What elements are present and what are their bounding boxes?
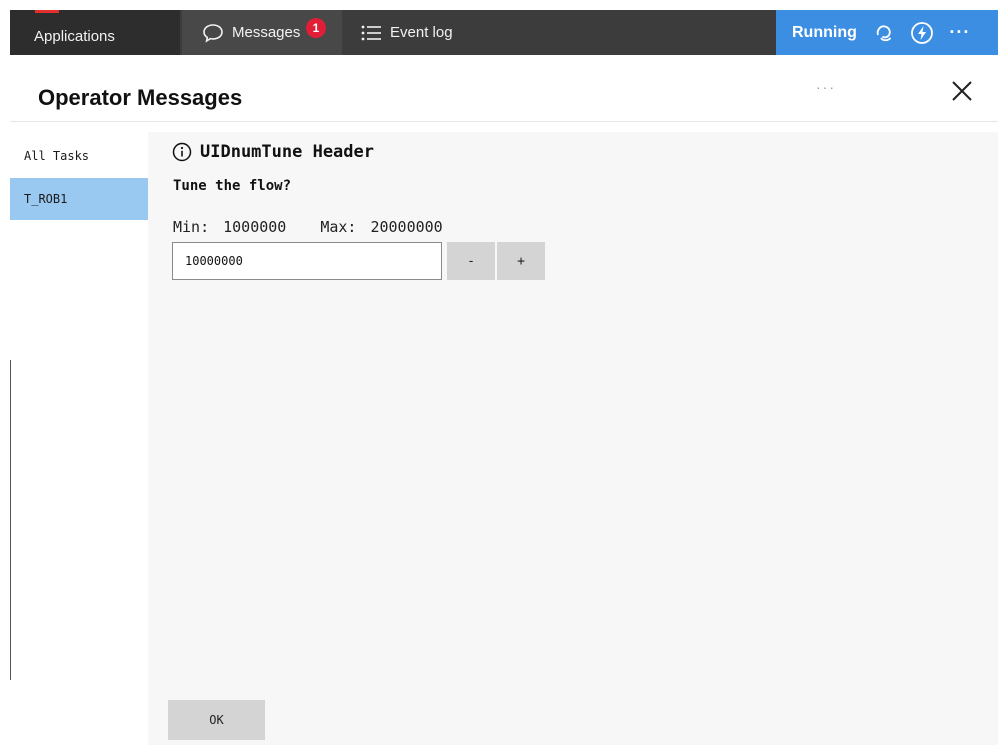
page-header: Operator Messages ··· [10, 55, 998, 122]
tab-applications-label: Applications [34, 28, 115, 45]
tune-value-input[interactable] [172, 242, 442, 280]
bolt-icon[interactable] [909, 20, 935, 46]
max-label: Max: [320, 218, 357, 236]
message-title: UIDnumTune Header [200, 142, 374, 162]
tab-applications[interactable]: Applications [10, 10, 180, 55]
min-label: Min: [173, 218, 210, 236]
close-icon[interactable] [950, 79, 974, 103]
header-more-icon[interactable]: ··· [816, 79, 836, 95]
messages-badge: 1 [306, 18, 326, 38]
status-label: Running [792, 23, 857, 41]
list-icon [361, 25, 381, 40]
more-menu-icon[interactable]: ··· [947, 20, 973, 46]
tab-messages-label: Messages [232, 24, 301, 41]
active-indicator [35, 10, 59, 13]
task-sidebar: All Tasks T_ROB1 [10, 132, 148, 745]
page-title: Operator Messages [38, 85, 243, 110]
info-icon [172, 142, 192, 162]
value-range: Min: 1000000 Max: 20000000 [173, 218, 443, 236]
max-value: 20000000 [370, 218, 443, 236]
ok-button[interactable]: OK [168, 700, 265, 740]
increment-button[interactable]: + [497, 242, 545, 280]
sidebar-item-label: All Tasks [24, 149, 90, 163]
cycle-icon[interactable] [871, 20, 897, 46]
message-panel: UIDnumTune Header Tune the flow? Min: 100… [148, 132, 998, 745]
tab-event-log-label: Event log [390, 24, 453, 41]
sidebar-item-label: T_ROB1 [24, 192, 68, 206]
min-value: 1000000 [223, 218, 287, 236]
message-header: UIDnumTune Header [172, 142, 374, 162]
sidebar-item-t-rob1[interactable]: T_ROB1 [10, 178, 148, 220]
window-edge [10, 360, 11, 680]
tab-messages[interactable]: Messages 1 [182, 10, 342, 55]
chat-bubble-icon [203, 23, 223, 43]
message-question: Tune the flow? [173, 178, 292, 194]
controller-status[interactable]: Running ··· [776, 10, 998, 55]
sidebar-item-all-tasks[interactable]: All Tasks [10, 135, 148, 177]
decrement-button[interactable]: - [447, 242, 495, 280]
tab-event-log[interactable]: Event log [360, 10, 500, 55]
top-bar: Applications Messages 1 Event log Runnin… [10, 10, 998, 55]
